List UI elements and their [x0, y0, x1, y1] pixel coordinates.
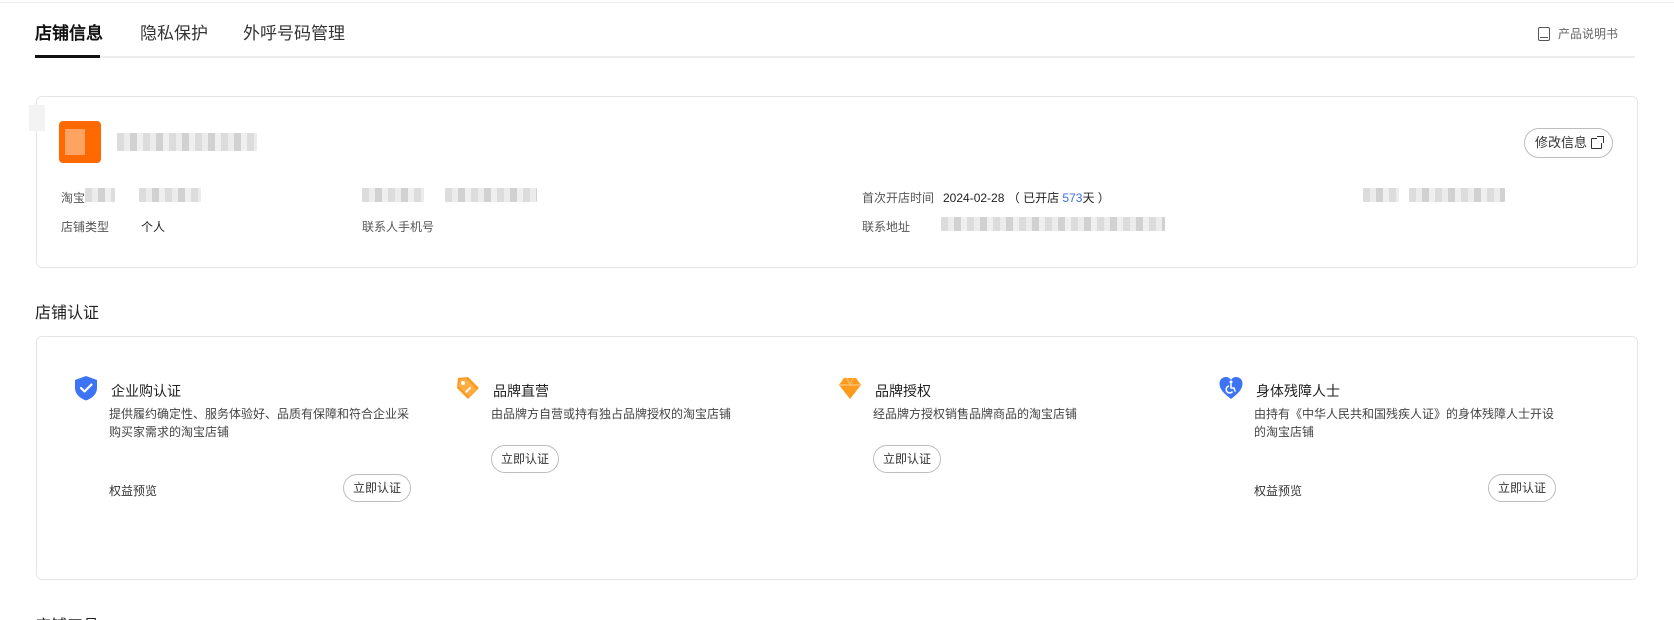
contact-address-redacted — [941, 217, 1165, 231]
field-value-redacted — [445, 188, 537, 202]
cert-desc: 经品牌方授权销售品牌商品的淘宝店铺 — [873, 407, 1078, 421]
contact-phone-label: 联系人手机号 — [362, 220, 435, 234]
edit-info-label: 修改信息 — [1534, 135, 1587, 150]
first-open-label: 首次开店时间 — [862, 191, 935, 205]
benefit-preview-link[interactable]: 权益预览 — [1254, 482, 1302, 499]
store-logo — [59, 121, 101, 163]
product-manual-link[interactable]: 产品说明书 — [1537, 25, 1618, 42]
cert-name: 品牌直营 — [493, 383, 549, 399]
store-type-value: 个人 — [141, 220, 166, 234]
cert-name: 企业购认证 — [111, 383, 181, 399]
store-info-card: 修改信息 淘宝 首次开店时间 2024-02-28 （ 已开店 573天 ） 店… — [29, 96, 1638, 268]
store-certification-title: 店铺认证 — [35, 305, 100, 322]
tab-bar-divider — [35, 56, 1635, 58]
benefit-preview-link[interactable]: 权益预览 — [109, 482, 157, 499]
cert-desc: 提供履约确定性、服务体验好、品质有保障和符合企业采购买家需求的淘宝店铺 — [109, 407, 410, 439]
taobao-value-redacted — [139, 188, 201, 202]
logo-shadow — [29, 105, 45, 131]
tab-store-info[interactable]: 店铺信息 — [35, 22, 103, 46]
shield-check-icon — [75, 376, 97, 401]
store-type-label: 店铺类型 — [61, 220, 110, 234]
first-open-date: 2024-02-28 — [943, 191, 1005, 205]
tab-privacy[interactable]: 隐私保护 — [140, 22, 208, 46]
cert-desc: 由品牌方自营或持有独占品牌授权的淘宝店铺 — [491, 407, 732, 421]
field-label-redacted — [362, 188, 424, 202]
store-certification-card: 企业购认证 提供履约确定性、服务体验好、品质有保障和符合企业采购买家需求的淘宝店… — [36, 336, 1638, 580]
certify-now-button[interactable]: 立即认证 — [343, 474, 412, 502]
cert-name: 品牌授权 — [875, 383, 931, 399]
certify-now-button[interactable]: 立即认证 — [491, 445, 560, 473]
tab-bar: 店铺信息 隐私保护 外呼号码管理 产品说明书 — [35, 22, 1635, 58]
contact-address-label: 联系地址 — [862, 220, 911, 234]
tab-outbound-numbers[interactable]: 外呼号码管理 — [243, 22, 345, 46]
top-divider — [0, 2, 1674, 3]
certify-now-button[interactable]: 立即认证 — [873, 445, 942, 473]
tag-icon — [457, 377, 479, 399]
store-tools-title: 店铺工具 — [35, 612, 99, 620]
first-open-value: 2024-02-28 （ 已开店 573天 ） — [943, 189, 1110, 206]
product-manual-label: 产品说明书 — [1557, 27, 1618, 41]
active-tab-indicator — [35, 55, 100, 58]
store-name-redacted — [117, 133, 257, 151]
opened-suffix: 天 ） — [1082, 191, 1110, 205]
taobao-label: 淘宝 — [61, 191, 86, 205]
certify-now-button[interactable]: 立即认证 — [1488, 474, 1557, 502]
edit-info-button[interactable]: 修改信息 — [1523, 128, 1613, 158]
taobao-label-redacted — [85, 188, 115, 202]
field-value-redacted-2 — [1409, 188, 1505, 202]
external-link-icon — [1591, 135, 1604, 149]
book-icon — [1537, 26, 1550, 41]
field-label-redacted-2 — [1363, 188, 1399, 202]
opened-days: 573 — [1062, 191, 1083, 205]
cert-desc: 由持有《中华人民共和国残疾人证》的身体残障人士开设的淘宝店铺 — [1254, 407, 1555, 439]
heart-accessibility-icon — [1219, 377, 1243, 399]
diamond-icon — [839, 377, 861, 399]
opened-prefix: （ 已开店 — [1007, 191, 1060, 205]
cert-name: 身体残障人士 — [1256, 383, 1340, 399]
